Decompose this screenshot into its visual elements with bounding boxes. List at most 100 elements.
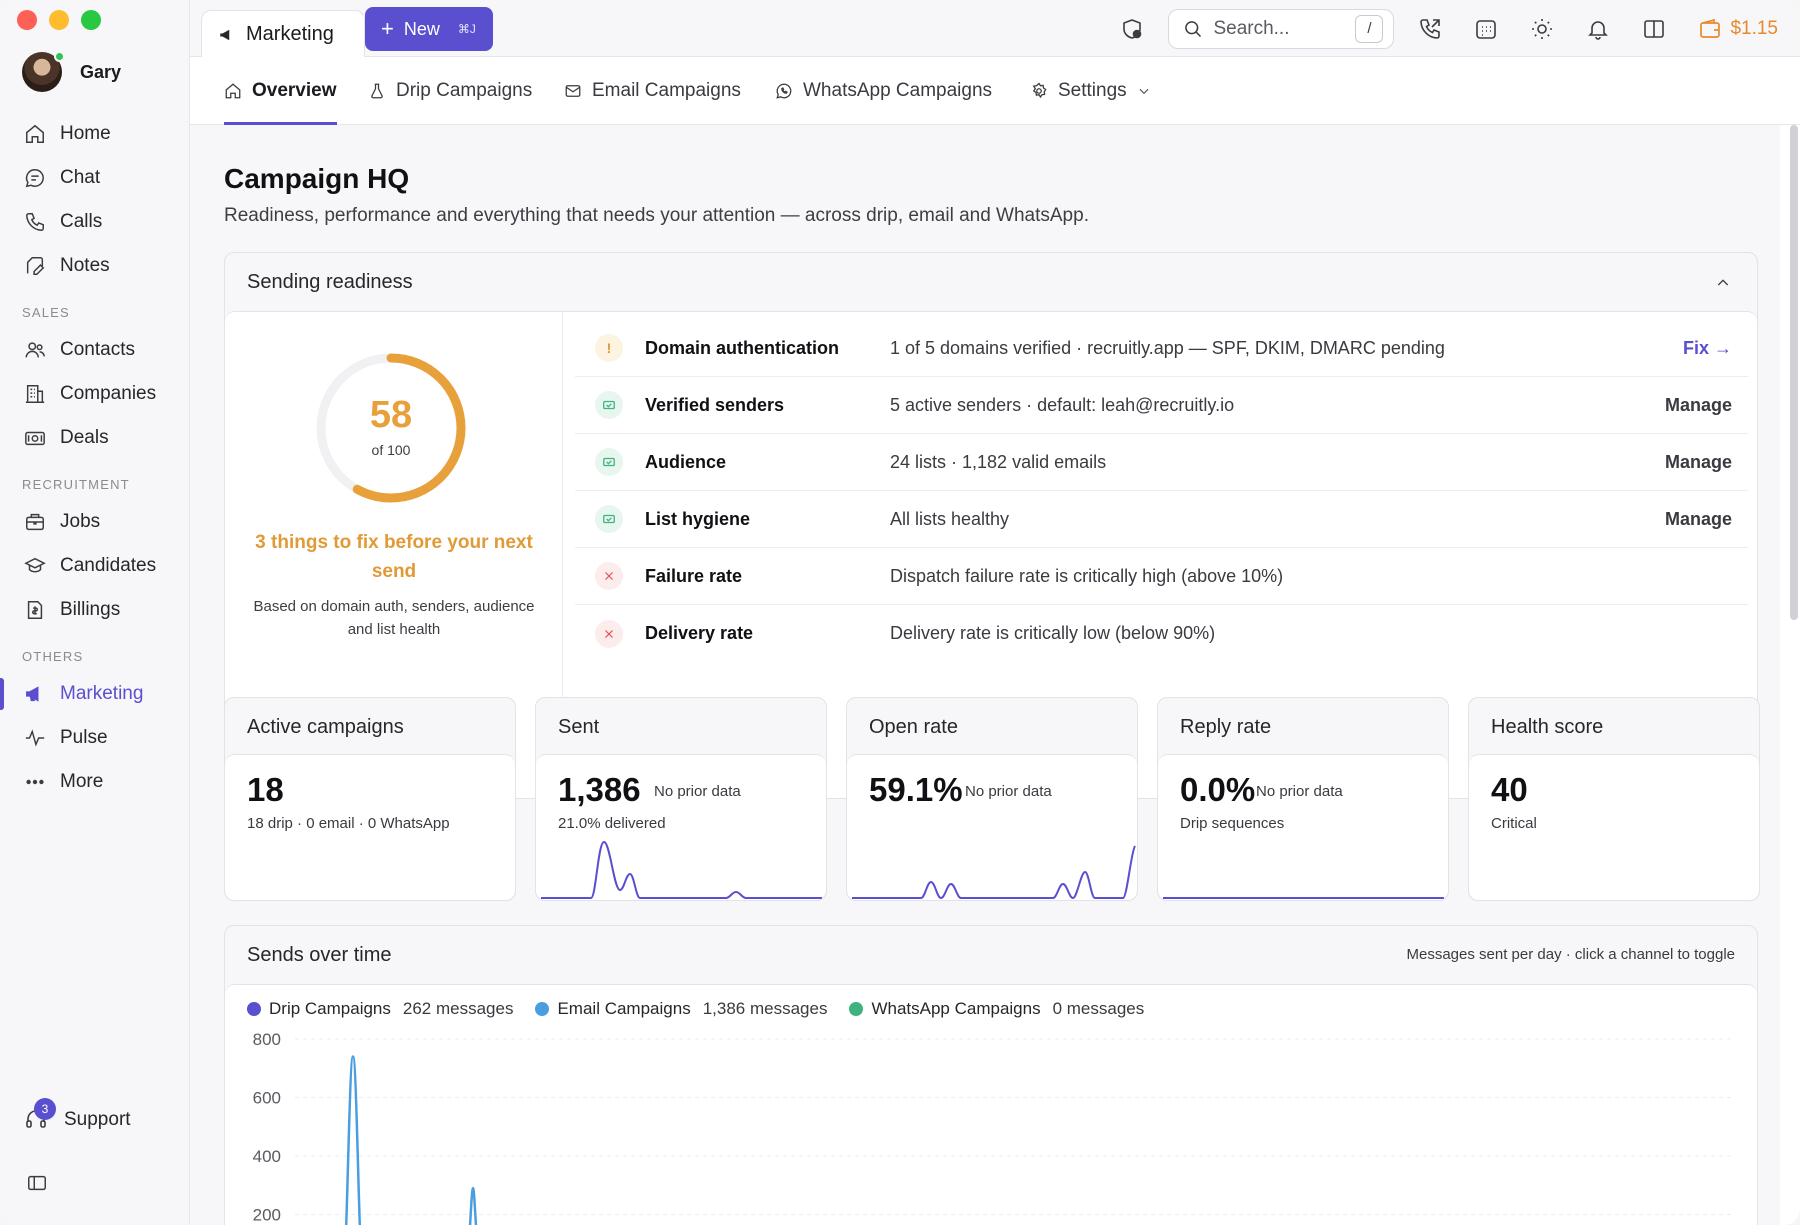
check-label: Delivery rate xyxy=(645,623,754,643)
maximize-window-button[interactable] xyxy=(81,10,101,30)
sidebar-item-label: Pulse xyxy=(60,727,108,748)
tab-drip-campaigns[interactable]: Drip Campaigns xyxy=(368,57,532,125)
sidebar-item-pulse[interactable]: Pulse xyxy=(0,716,190,760)
new-shortcut: ⌘J xyxy=(457,22,476,36)
main-content: Campaign HQ Readiness, performance and e… xyxy=(190,125,1780,1225)
check-ok-icon xyxy=(595,448,623,476)
card-body: Drip Campaigns 262 messages Email Campai… xyxy=(225,984,1757,1225)
sidebar-item-marketing[interactable]: Marketing xyxy=(0,672,190,716)
warning-icon: ! xyxy=(595,334,623,362)
calendar-icon xyxy=(1476,19,1497,39)
check-row-delivery-rate: Delivery rate Delivery rate is criticall… xyxy=(575,605,1748,662)
legend-name: Email Campaigns xyxy=(557,999,691,1018)
stat-card-sent[interactable]: Sent 1,386 No prior data 21.0% delivered xyxy=(535,697,827,901)
headset-icon: 3 xyxy=(24,1098,56,1132)
wallet-balance[interactable]: $1.15 xyxy=(1682,17,1800,41)
tab-email-campaigns[interactable]: Email Campaigns xyxy=(564,57,741,125)
split-view-button[interactable] xyxy=(1626,0,1682,57)
legend-swatch xyxy=(247,1002,261,1016)
y-tick-label: 200 xyxy=(253,1206,281,1225)
scrollbar[interactable] xyxy=(1790,125,1798,620)
tab-label: WhatsApp Campaigns xyxy=(803,80,993,101)
window-controls xyxy=(17,10,101,30)
phone-icon xyxy=(26,213,44,231)
stat-card-active-campaigns[interactable]: Active campaigns 18 18 drip · 0 email · … xyxy=(224,697,516,901)
tab-settings[interactable]: Settings xyxy=(1030,57,1151,125)
top-actions: Search... / $1.15 xyxy=(1104,0,1800,57)
manage-link[interactable]: Manage xyxy=(1665,509,1732,530)
support-button[interactable]: 3 Support xyxy=(24,1098,131,1132)
legend-swatch xyxy=(849,1002,864,1016)
user-profile[interactable]: Gary xyxy=(22,51,122,92)
stat-card-health-score[interactable]: Health score 40 Critical xyxy=(1468,697,1760,901)
chevron-up-icon[interactable] xyxy=(1715,275,1731,291)
fix-headline: 3 things to fix before your next send xyxy=(255,532,533,582)
sidebar-section-recruitment: RECRUITMENT xyxy=(22,477,130,492)
sidebar-item-billings[interactable]: Billings xyxy=(0,588,190,632)
stat-title: Reply rate xyxy=(1180,715,1272,738)
fix-note: Based on domain auth, senders, audience … xyxy=(253,598,535,638)
sidebar-item-jobs[interactable]: Jobs xyxy=(0,500,190,544)
search-shortcut: / xyxy=(1355,14,1384,43)
check-detail: Dispatch failure rate is critically high… xyxy=(890,565,1284,586)
more-icon xyxy=(26,779,44,785)
wallet-amount: $1.15 xyxy=(1730,17,1778,39)
search-icon xyxy=(1185,20,1202,37)
call-button[interactable] xyxy=(1402,0,1458,57)
sidebar-item-chat[interactable]: Chat xyxy=(0,156,190,200)
check-label: Domain authentication xyxy=(645,337,840,358)
drip-icon xyxy=(371,83,383,99)
user-name: Gary xyxy=(80,61,122,82)
new-button[interactable]: + New ⌘J xyxy=(365,7,493,51)
y-tick-label: 600 xyxy=(253,1089,281,1108)
notifications-button[interactable] xyxy=(1570,0,1626,57)
legend-count: 1,386 messages xyxy=(702,999,828,1018)
support-label: Support xyxy=(64,1109,131,1130)
tab-overview[interactable]: Overview xyxy=(224,57,337,125)
sends-over-time-card: Sends over time Messages sent per day · … xyxy=(224,925,1758,1225)
security-button[interactable] xyxy=(1104,0,1160,57)
stat-value: 40 xyxy=(1491,771,1528,808)
close-window-button[interactable] xyxy=(17,10,37,30)
sidebar-item-more[interactable]: More xyxy=(0,760,190,804)
sidebar-item-label: Contacts xyxy=(60,339,135,360)
stat-card-reply-rate[interactable]: Reply rate 0.0% No prior data Drip seque… xyxy=(1157,697,1449,901)
stat-value: 59.1% xyxy=(869,771,963,808)
theme-toggle-button[interactable] xyxy=(1514,0,1570,57)
legend-item-email[interactable]: Email Campaigns 1,386 messages xyxy=(535,999,827,1019)
sidebar-item-notes[interactable]: Notes xyxy=(0,244,190,288)
sparkline-sent xyxy=(541,840,822,899)
legend-item-drip[interactable]: Drip Campaigns 262 messages xyxy=(247,999,513,1019)
sidebar-item-calls[interactable]: Calls xyxy=(0,200,190,244)
shield-check-icon xyxy=(1123,18,1142,39)
legend-name: WhatsApp Campaigns xyxy=(871,999,1041,1018)
manage-link[interactable]: Manage xyxy=(1665,452,1732,473)
card-title: Sending readiness xyxy=(247,270,413,293)
sidebar-item-deals[interactable]: Deals xyxy=(0,416,190,460)
check-row-audience: Audience 24 lists · 1,182 valid emails M… xyxy=(575,434,1748,491)
minimize-window-button[interactable] xyxy=(49,10,69,30)
megaphone-icon xyxy=(26,686,39,702)
tab-whatsapp-campaigns[interactable]: WhatsApp Campaigns xyxy=(775,57,992,125)
legend-item-whatsapp[interactable]: WhatsApp Campaigns 0 messages xyxy=(849,999,1144,1019)
gear-icon xyxy=(1032,82,1047,99)
sidebar-item-candidates[interactable]: Candidates xyxy=(0,544,190,588)
manage-link[interactable]: Manage xyxy=(1665,395,1732,416)
search-input[interactable]: Search... / xyxy=(1168,8,1395,49)
fix-link[interactable]: Fix → xyxy=(1683,338,1732,359)
billing-icon xyxy=(27,601,43,619)
error-x-icon xyxy=(595,562,623,590)
support-badge: 3 xyxy=(34,1098,56,1120)
tab-marketing[interactable]: Marketing xyxy=(201,10,365,58)
check-ok-icon xyxy=(595,505,623,533)
card-header[interactable]: Sending readiness xyxy=(225,253,1757,311)
sidebar-item-companies[interactable]: Companies xyxy=(0,372,190,416)
stat-card-open-rate[interactable]: Open rate 59.1% No prior data xyxy=(846,697,1138,901)
sidebar-item-contacts[interactable]: Contacts xyxy=(0,328,190,372)
sidebar-item-label: Calls xyxy=(60,211,103,232)
online-status-dot xyxy=(54,51,65,62)
sidebar: Gary Home Chat Calls Notes SALES Contact… xyxy=(0,0,190,1225)
calendar-button[interactable] xyxy=(1458,0,1514,57)
sidebar-item-home[interactable]: Home xyxy=(0,112,190,156)
sidebar-toggle-icon[interactable] xyxy=(26,1172,48,1199)
